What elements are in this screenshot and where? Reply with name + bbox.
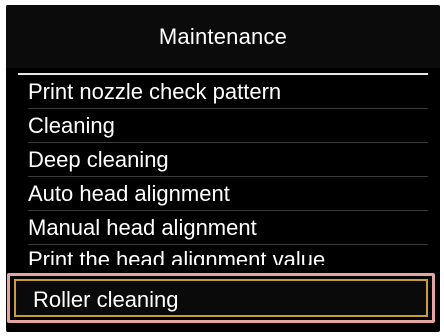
menu-item-label: Auto head alignment (28, 181, 230, 206)
screen-title: Maintenance (6, 5, 440, 68)
menu-item-print-nozzle-check-pattern[interactable]: Print nozzle check pattern (28, 75, 428, 109)
menu-item-auto-head-alignment[interactable]: Auto head alignment (28, 177, 428, 211)
menu-item-cleaning[interactable]: Cleaning (28, 109, 428, 143)
lcd-screen: Maintenance Print nozzle check pattern C… (6, 5, 440, 332)
menu-item-label-selected: Roller cleaning (33, 287, 179, 312)
printer-lcd-frame: Maintenance Print nozzle check pattern C… (0, 0, 444, 336)
menu-item-manual-head-alignment[interactable]: Manual head alignment (28, 211, 428, 245)
menu-item-label: Deep cleaning (28, 147, 169, 172)
selection-highlight: Roller cleaning (14, 279, 428, 317)
menu-item-deep-cleaning[interactable]: Deep cleaning (28, 143, 428, 177)
menu-item-label: Print nozzle check pattern (28, 79, 282, 104)
menu-item-label: Print the head alignment value (28, 247, 326, 265)
menu-item-print-head-alignment-value[interactable]: Print the head alignment value (28, 245, 428, 265)
maintenance-menu: Print nozzle check pattern Cleaning Deep… (28, 75, 428, 265)
menu-item-roller-cleaning[interactable]: Roller cleaning (7, 273, 435, 323)
menu-item-label: Cleaning (28, 113, 115, 138)
menu-item-label: Manual head alignment (28, 215, 257, 240)
